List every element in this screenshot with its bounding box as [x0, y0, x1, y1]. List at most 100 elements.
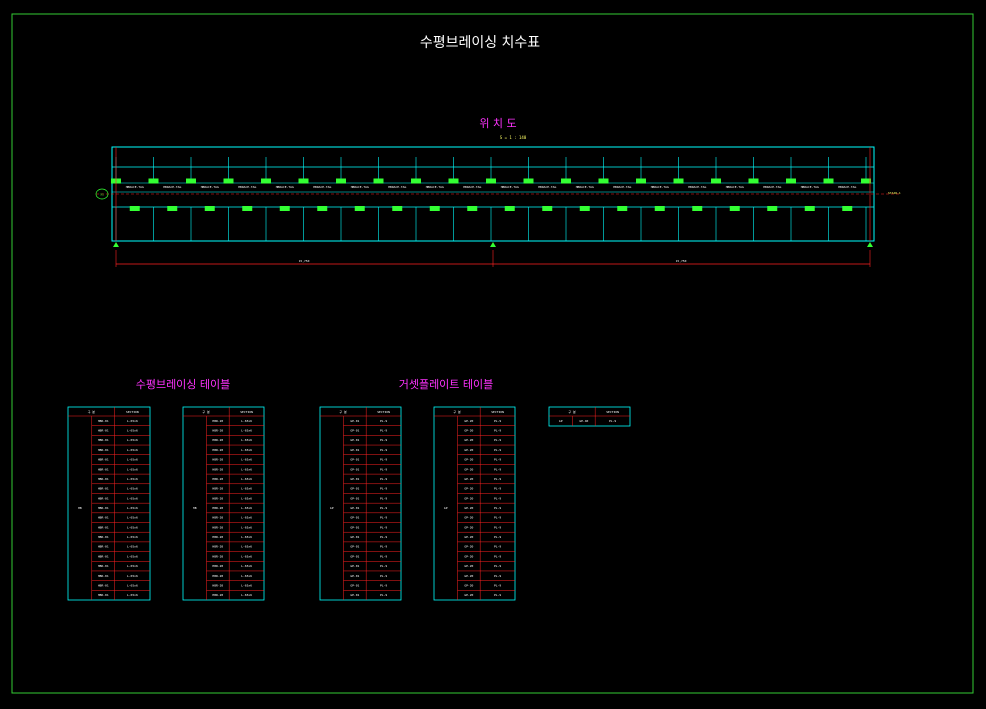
bracing-tag-label: HBRACE-TAG	[201, 185, 219, 189]
table-cell-section: PL-9	[380, 458, 387, 462]
bracing-tag-label: HBRACE-TAG	[276, 185, 294, 189]
table-cell-member: HBR-01	[98, 583, 109, 587]
bottom-gusset-marker	[729, 206, 740, 211]
bottom-gusset-marker	[354, 206, 365, 211]
table-cell-member: HBR-20	[212, 525, 223, 529]
table-cell-member: HBR-01	[98, 467, 109, 471]
table-header-label: 구 분	[88, 409, 96, 414]
top-gusset-marker	[336, 178, 346, 184]
bracing-tag-label: HBRACE-TAG	[238, 185, 256, 189]
table-cell-section: L-65x6	[127, 574, 138, 578]
table-cell-member: GP-01	[350, 487, 359, 491]
table-group-label: HB	[78, 506, 82, 510]
table-cell-section: L-65x6	[241, 525, 252, 529]
table-cell-member: HBR-01	[98, 448, 109, 452]
table-cell-member: GP-20	[464, 535, 473, 539]
table-cell-section: L-65x6	[241, 564, 252, 568]
grid-bubble-label: X1	[100, 193, 104, 197]
table-cell-member: GP-20	[464, 564, 473, 568]
top-gusset-marker	[411, 178, 421, 184]
table-cell-section: L-65x6	[127, 564, 138, 568]
table-group-label: GP	[444, 506, 448, 510]
table-cell-section: PL-9	[380, 419, 387, 423]
table-cell-member: HBR-20	[212, 419, 223, 423]
table-cell-section: L-65x6	[241, 458, 252, 462]
table-cell-section: PL-9	[494, 458, 501, 462]
table-cell-member: GP-20	[464, 458, 473, 462]
top-gusset-marker	[298, 178, 309, 184]
table-cell-member: GP-20	[464, 429, 473, 433]
table-cell-section: PL-9	[380, 583, 387, 587]
support-marker	[490, 242, 496, 247]
table-header-label: 구 분	[339, 409, 347, 414]
table-cell-member: GP-01	[350, 583, 359, 587]
bottom-gusset-marker	[204, 206, 215, 211]
bracing-tag-label: HBRACE-TAG	[838, 185, 856, 189]
bracing-tag-label: HBRACE-TAG	[426, 185, 444, 189]
table-cell-section: PL-9	[494, 448, 501, 452]
table-cell-section: L-65x6	[241, 506, 252, 510]
table-cell-section: L-65x6	[241, 516, 252, 520]
table-cell-member: GP-20	[464, 574, 473, 578]
location-plan-scale: S = 1 : 140	[500, 135, 527, 140]
table-cell-member: HBR-20	[212, 438, 223, 442]
table-cell-member: GP-01	[350, 448, 359, 452]
table-cell-section: L-65x6	[127, 419, 138, 423]
bracing-table-title: 수평브레이싱 테이블	[136, 378, 231, 391]
table-cell-section: PL-9	[609, 419, 616, 423]
top-gusset-marker	[711, 178, 721, 184]
bracing-tag-label: HBRACE-TAG	[463, 185, 481, 189]
bracing-tag-label: HBRACE-TAG	[126, 185, 144, 189]
bracing-tag-label: HBRACE-TAG	[651, 185, 669, 189]
bracing-tag-label: HBRACE-TAG	[163, 185, 181, 189]
location-plan-title: 위 치 도	[479, 117, 516, 130]
table-cell-section: L-65x6	[241, 593, 252, 597]
table-header-label: SECTION	[491, 410, 504, 414]
table-cell-member: GP-01	[350, 419, 359, 423]
bracing-tag-label: HBRACE-TAG	[726, 185, 744, 189]
table-cell-section: PL-9	[494, 477, 501, 481]
table-cell-section: L-65x6	[241, 419, 252, 423]
table-cell-section: L-65x6	[127, 487, 138, 491]
table-cell-member: GP-20	[464, 496, 473, 500]
table-cell-section: L-65x6	[127, 516, 138, 520]
table-cell-member: HBR-20	[212, 458, 223, 462]
bracing-tag-label: HBRACE-TAG	[538, 185, 556, 189]
table-cell-section: PL-9	[494, 554, 501, 558]
table-cell-section: L-65x6	[241, 554, 252, 558]
table-cell-member: GP-20	[464, 583, 473, 587]
bottom-gusset-marker	[392, 206, 403, 211]
table-cell-section: PL-9	[380, 574, 387, 578]
schedule-table: 구 분 SECTION GP GP-20 PL-9 GP-20 PL-9 GP-20 PL-9 G…	[433, 406, 516, 601]
table-cell-member: GP-01	[350, 438, 359, 442]
table-cell-member: HBR-20	[212, 429, 223, 433]
top-gusset-marker	[598, 178, 609, 184]
top-gusset-marker	[636, 178, 646, 184]
table-cell-section: PL-9	[380, 506, 387, 510]
table-cell-member: GP-01	[350, 574, 359, 578]
bottom-gusset-marker	[654, 206, 665, 211]
table-cell-member: GP-01	[350, 506, 359, 510]
table-cell-section: PL-9	[494, 506, 501, 510]
table-cell-member: HBR-01	[98, 545, 109, 549]
table-cell-section: PL-9	[380, 545, 387, 549]
table-cell-member: HBR-20	[212, 535, 223, 539]
table-cell-member: HBR-20	[212, 448, 223, 452]
bottom-gusset-marker	[842, 206, 853, 211]
bracing-tag-label: HBRACE-TAG	[688, 185, 706, 189]
bottom-gusset-marker	[317, 206, 328, 211]
table-cell-section: L-65x6	[241, 583, 252, 587]
table-cell-member: HBR-20	[212, 583, 223, 587]
table-cell-member: GP-01	[350, 525, 359, 529]
bottom-gusset-marker	[767, 206, 778, 211]
top-gusset-marker	[861, 178, 871, 184]
table-cell-section: PL-9	[494, 467, 501, 471]
table-cell-section: PL-9	[380, 535, 387, 539]
table-cell-member: GP-20	[464, 506, 473, 510]
table-cell-section: PL-9	[494, 574, 501, 578]
dimension-right-text: 15,750	[676, 259, 687, 263]
table-cell-section: L-65x6	[241, 535, 252, 539]
bottom-gusset-marker	[429, 206, 440, 211]
bottom-gusset-marker	[617, 206, 628, 211]
table-cell-section: L-65x6	[241, 429, 252, 433]
